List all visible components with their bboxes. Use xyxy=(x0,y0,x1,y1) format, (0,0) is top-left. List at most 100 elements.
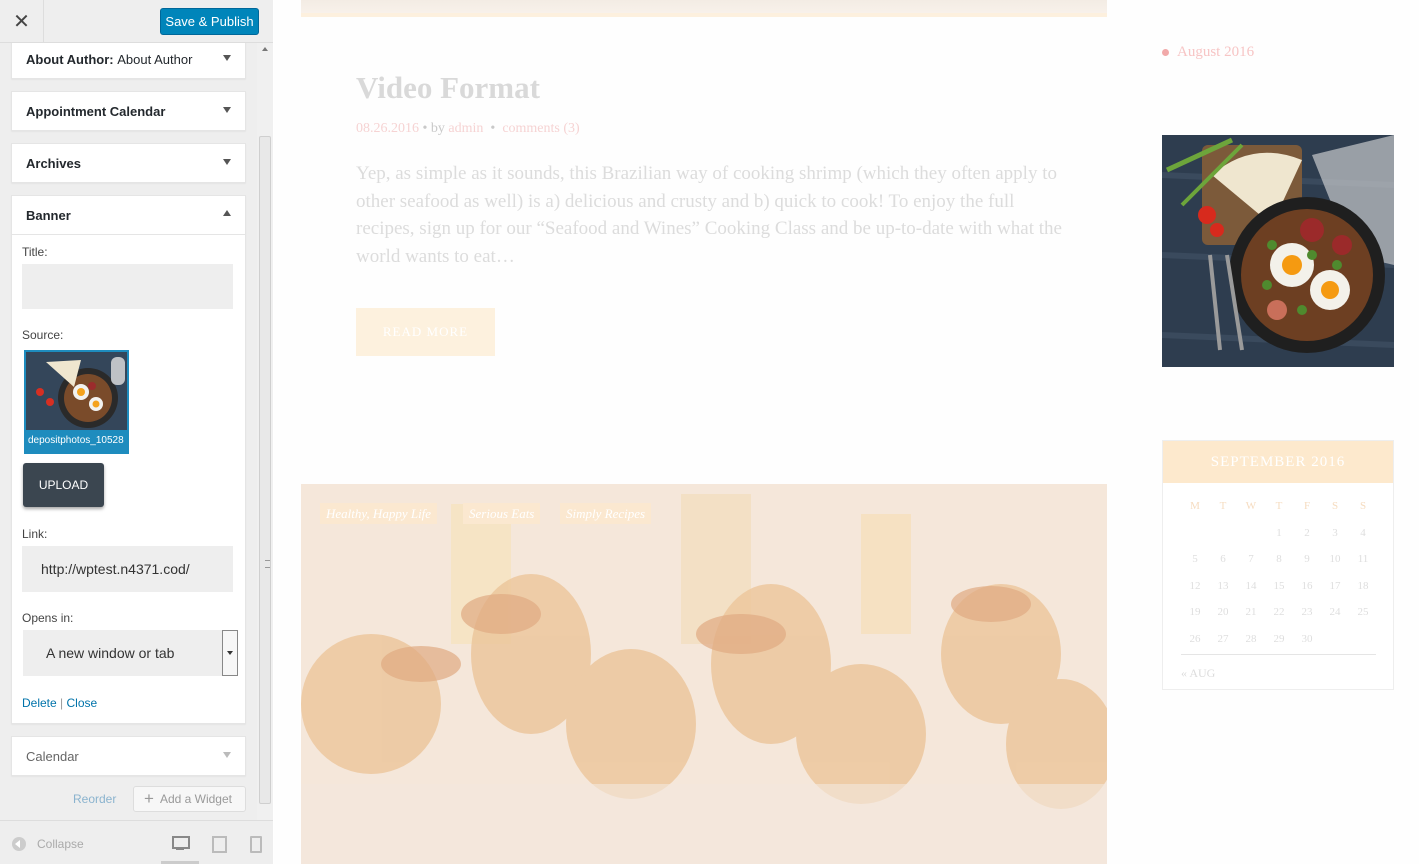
chevron-down-icon[interactable] xyxy=(222,630,238,676)
widget-title: Calendar xyxy=(26,748,79,764)
collapse-label: Collapse xyxy=(37,837,84,851)
calendar-day: 1 xyxy=(1276,526,1282,539)
delete-link[interactable]: Delete xyxy=(22,696,57,710)
post-excerpt: Yep, as simple as it sounds, this Brazil… xyxy=(356,163,1062,267)
source-label: Source: xyxy=(22,328,64,342)
separator: | xyxy=(60,696,64,710)
calendar-title: SEPTEMBER 2016 xyxy=(1163,441,1393,483)
widget-banner[interactable]: Banner Title: Source: depositphotos_1052… xyxy=(11,195,246,724)
tag-link[interactable]: Serious Eats xyxy=(463,503,541,524)
weekday-label: F xyxy=(1303,500,1311,513)
widget-appointment-calendar[interactable]: Appointment Calendar xyxy=(11,91,246,131)
weekday-label: T xyxy=(1219,500,1227,513)
calendar-widget: SEPTEMBER 2016 M T W T F S S 1 2 3 4 5 6 7 8 9 10 11 12 13 1… xyxy=(1162,440,1394,690)
widget-about-author[interactable]: About Author: About Author xyxy=(11,43,246,79)
customizer-sidebar: ✕ Save & Publish About Author: About Aut… xyxy=(0,0,273,864)
archive-link[interactable]: August 2016 xyxy=(1162,44,1254,61)
calendar-weekdays: MTWTFSS xyxy=(1181,493,1377,520)
calendar-day: 21 xyxy=(1245,606,1257,619)
weekday-label: M xyxy=(1190,500,1200,513)
upload-button[interactable]: UPLOAD xyxy=(23,463,104,507)
link-label: Link: xyxy=(22,527,48,541)
calendar-day: 10 xyxy=(1329,553,1341,566)
calendar-week: 1 2 3 4 xyxy=(1181,520,1377,547)
calendar-day: 27 xyxy=(1217,632,1229,645)
calendar-day: 16 xyxy=(1301,579,1313,592)
calendar-day: 25 xyxy=(1357,606,1369,619)
calendar-day: 30 xyxy=(1301,632,1313,645)
add-widget-label: Add a Widget xyxy=(159,792,232,806)
widget-header[interactable]: Banner xyxy=(12,196,245,234)
collapse-button[interactable]: Collapse xyxy=(12,837,84,851)
expand-arrow-icon[interactable] xyxy=(223,55,231,61)
widget-header[interactable]: Calendar xyxy=(12,737,245,775)
widget-header[interactable]: About Author: About Author xyxy=(12,43,245,78)
opens-in-value: A new window or tab xyxy=(46,645,175,661)
reorder-link[interactable]: Reorder xyxy=(73,792,116,806)
widget-subtitle: About Author xyxy=(117,51,193,67)
calendar-day: 28 xyxy=(1245,632,1257,645)
tag-link[interactable]: Simply Recipes xyxy=(560,503,652,524)
post-comments[interactable]: comments (3) xyxy=(502,121,579,136)
calendar-day: 22 xyxy=(1273,606,1285,619)
title-label: Title: xyxy=(22,245,48,259)
calendar-day: 4 xyxy=(1360,526,1366,539)
save-publish-button[interactable]: Save & Publish xyxy=(160,8,259,35)
calendar-day: 7 xyxy=(1248,553,1254,566)
post-featured-image[interactable]: Healthy, Happy Life Serious Eats Simply … xyxy=(301,484,1107,864)
calendar-day: 17 xyxy=(1329,579,1341,592)
widget-title: Banner xyxy=(26,207,71,223)
widget-archives[interactable]: Archives xyxy=(11,143,246,183)
calendar-day: 6 xyxy=(1220,553,1226,566)
mobile-preview-icon[interactable] xyxy=(249,835,267,853)
widget-actions: Delete | Close xyxy=(22,696,97,710)
shrimp-skewers-image xyxy=(301,484,1107,864)
grip-icon xyxy=(265,560,270,568)
previous-post-image xyxy=(301,0,1107,17)
tablet-preview-icon[interactable] xyxy=(211,835,229,853)
customizer-footer: Collapse xyxy=(0,820,273,864)
post-title[interactable]: Video Format xyxy=(356,70,540,106)
calendar-day: 9 xyxy=(1304,553,1310,566)
calendar-day: 29 xyxy=(1273,632,1285,645)
tag-link[interactable]: Healthy, Happy Life xyxy=(320,503,438,524)
close-customizer-button[interactable]: ✕ xyxy=(0,0,44,43)
scrollbar-thumb[interactable] xyxy=(259,136,271,804)
sidebar-scrollbar[interactable] xyxy=(257,43,273,820)
calendar-day: 12 xyxy=(1189,579,1201,592)
widget-header[interactable]: Archives xyxy=(12,144,245,182)
scroll-up-icon[interactable] xyxy=(262,47,268,51)
close-link[interactable]: Close xyxy=(67,696,98,710)
expand-arrow-icon[interactable] xyxy=(223,107,231,113)
link-input[interactable]: http://wptest.n4371.cod/ xyxy=(22,546,233,592)
weekday-label: T xyxy=(1275,500,1283,513)
desktop-preview-icon[interactable] xyxy=(171,835,190,851)
post-date[interactable]: 08.26.2016 xyxy=(356,121,419,136)
source-image-thumbnail[interactable]: depositphotos_10528 xyxy=(24,350,129,454)
food-pan-image xyxy=(26,352,127,430)
calendar-day: 8 xyxy=(1276,553,1282,566)
collapse-arrow-icon[interactable] xyxy=(223,210,231,216)
widget-calendar[interactable]: Calendar xyxy=(11,736,246,776)
title-input[interactable] xyxy=(22,264,233,309)
previous-month-link[interactable]: « AUG xyxy=(1181,666,1215,681)
calendar-divider xyxy=(1181,654,1376,655)
calendar-day: 15 xyxy=(1273,579,1285,592)
expand-arrow-icon[interactable] xyxy=(223,159,231,165)
calendar-week: 12 13 14 15 16 17 18 xyxy=(1181,573,1377,600)
widget-title: About Author xyxy=(26,51,110,67)
calendar-week: 26 27 28 29 30 xyxy=(1181,626,1377,653)
opens-in-select[interactable]: A new window or tab xyxy=(23,630,238,676)
expand-arrow-icon[interactable] xyxy=(223,752,231,758)
banner-widget-image[interactable] xyxy=(1162,135,1394,367)
widget-header[interactable]: Appointment Calendar xyxy=(12,92,245,130)
close-icon: ✕ xyxy=(13,11,30,33)
source-filename: depositphotos_10528 xyxy=(26,430,127,452)
site-preview: Video Format 08.26.2016 • by admin • com… xyxy=(274,0,1419,864)
post-author[interactable]: admin xyxy=(448,121,483,136)
archive-label: August 2016 xyxy=(1177,44,1255,60)
calendar-day: 19 xyxy=(1189,606,1201,619)
bullet-icon xyxy=(1162,49,1169,56)
add-widget-button[interactable]: + Add a Widget xyxy=(133,786,246,812)
read-more-button[interactable]: READ MORE xyxy=(356,308,495,356)
